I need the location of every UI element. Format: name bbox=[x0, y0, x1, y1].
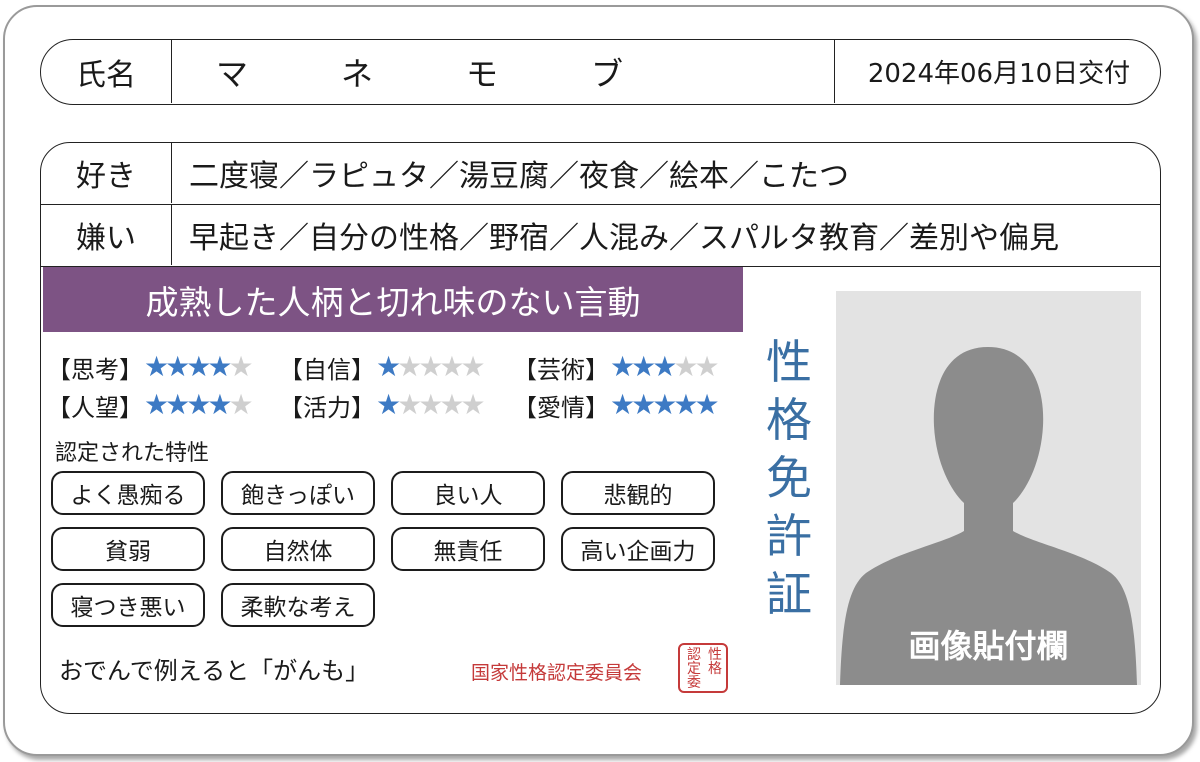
dislikes-value: 早起き／自分の性格／野宿／人混み／スパルタ教育／差別や偏見 bbox=[189, 221, 1059, 256]
stat-label: 【愛情】 bbox=[513, 393, 609, 422]
likes-label: 好き bbox=[76, 159, 136, 194]
title-char: 許 bbox=[766, 509, 812, 563]
stats-row: 【人望】 ★ ★ ★ ★ ★ 【活力】 ★ ★ ★ ★ ★ 【愛情】 ★ ★ ★ ★ ★ bbox=[47, 386, 757, 424]
star-empty-icon: ★ bbox=[397, 350, 422, 383]
stat-label: 【芸術】 bbox=[513, 355, 609, 384]
star-filled-icon: ★ bbox=[631, 388, 656, 421]
star-empty-icon: ★ bbox=[397, 388, 422, 421]
name-char: モ bbox=[466, 54, 499, 93]
star-filled-icon: ★ bbox=[610, 350, 635, 383]
stats-panel: 【思考】 ★ ★ ★ ★ ★ 【自信】 ★ ★ ★ ★ ★ 【芸術】 ★ ★ ★ ★ ★ 【人望】 ★ ★… bbox=[47, 348, 757, 424]
main-panel: 好き 二度寝／ラピュタ／湯豆腐／夜食／絵本／こたつ 嫌い 早起き／自分の性格／野… bbox=[40, 142, 1161, 714]
star-rating: ★ ★ ★ ★ ★ bbox=[376, 388, 486, 421]
card-title-vertical: 性 格 免 許 証 bbox=[761, 333, 817, 623]
trait-badge: 無責任 bbox=[391, 527, 545, 571]
star-empty-icon: ★ bbox=[418, 350, 443, 383]
star-filled-icon: ★ bbox=[376, 350, 401, 383]
issuer-name: 国家性格認定委員会 bbox=[471, 662, 643, 684]
star-filled-icon: ★ bbox=[186, 350, 211, 383]
stat-confidence: 【自信】 ★ ★ ★ ★ ★ bbox=[279, 348, 486, 386]
star-filled-icon: ★ bbox=[165, 388, 190, 421]
stat-popularity: 【人望】 ★ ★ ★ ★ ★ bbox=[47, 386, 254, 424]
trait-badge: 貧弱 bbox=[51, 527, 205, 571]
trait-badge: 悲観的 bbox=[561, 471, 715, 515]
star-filled-icon: ★ bbox=[207, 388, 232, 421]
dislikes-row: 嫌い 早起き／自分の性格／野宿／人混み／スパルタ教育／差別や偏見 bbox=[41, 205, 1160, 267]
divider bbox=[171, 143, 172, 203]
star-empty-icon: ★ bbox=[439, 350, 464, 383]
star-filled-icon: ★ bbox=[652, 350, 677, 383]
star-filled-icon: ★ bbox=[652, 388, 677, 421]
star-empty-icon: ★ bbox=[418, 388, 443, 421]
dislikes-label: 嫌い bbox=[76, 221, 136, 256]
star-filled-icon: ★ bbox=[610, 388, 635, 421]
trait-badge: 飽きっぽい bbox=[221, 471, 375, 515]
star-empty-icon: ★ bbox=[460, 350, 485, 383]
seal-stamp: 性格 認定委 bbox=[678, 643, 728, 693]
name-value: マ ネ モ ブ bbox=[216, 40, 716, 103]
likes-row: 好き 二度寝／ラピュタ／湯豆腐／夜食／絵本／こたつ bbox=[41, 143, 1160, 205]
oden-comparison: おでんで例えると「がんも」 bbox=[59, 657, 370, 685]
trait-badge: 高い企画力 bbox=[561, 527, 715, 571]
trait-badge: 柔軟な考え bbox=[221, 583, 375, 627]
star-filled-icon: ★ bbox=[186, 388, 211, 421]
stat-thinking: 【思考】 ★ ★ ★ ★ ★ bbox=[47, 348, 254, 386]
photo-placeholder: 画像貼付欄 bbox=[836, 291, 1141, 685]
stat-label: 【思考】 bbox=[47, 355, 143, 384]
name-label: 氏名 bbox=[76, 57, 136, 93]
likes-value: 二度寝／ラピュタ／湯豆腐／夜食／絵本／こたつ bbox=[189, 159, 849, 194]
star-filled-icon: ★ bbox=[207, 350, 232, 383]
star-filled-icon: ★ bbox=[144, 388, 169, 421]
star-rating: ★ ★ ★ ★ ★ bbox=[610, 388, 720, 421]
divider bbox=[171, 205, 172, 265]
name-row: 氏名 マ ネ モ ブ 2024年06月10日交付 bbox=[40, 39, 1161, 105]
stat-art: 【芸術】 ★ ★ ★ ★ ★ bbox=[513, 348, 720, 386]
star-filled-icon: ★ bbox=[144, 350, 169, 383]
seal-text: 性格 bbox=[708, 647, 722, 677]
star-empty-icon: ★ bbox=[228, 350, 253, 383]
photo-label: 画像貼付欄 bbox=[908, 627, 1069, 665]
star-empty-icon: ★ bbox=[228, 388, 253, 421]
trait-badge: よく愚痴る bbox=[51, 471, 205, 515]
stat-label: 【人望】 bbox=[47, 393, 143, 422]
star-rating: ★ ★ ★ ★ ★ bbox=[144, 350, 254, 383]
title-char: 証 bbox=[766, 567, 812, 621]
star-rating: ★ ★ ★ ★ ★ bbox=[144, 388, 254, 421]
divider bbox=[171, 40, 172, 103]
stat-label: 【自信】 bbox=[279, 355, 375, 384]
star-filled-icon: ★ bbox=[376, 388, 401, 421]
star-filled-icon: ★ bbox=[694, 388, 719, 421]
star-filled-icon: ★ bbox=[165, 350, 190, 383]
issue-date: 2024年06月10日交付 bbox=[867, 59, 1131, 89]
star-empty-icon: ★ bbox=[439, 388, 464, 421]
name-char: マ bbox=[216, 54, 249, 93]
divider bbox=[834, 40, 835, 103]
trait-badge: 自然体 bbox=[221, 527, 375, 571]
personality-headline: 成熟した人柄と切れ味のない言動 bbox=[43, 267, 743, 332]
name-char: ブ bbox=[591, 54, 624, 93]
trait-badge: 良い人 bbox=[391, 471, 545, 515]
name-char: ネ bbox=[341, 54, 374, 93]
star-filled-icon: ★ bbox=[631, 350, 656, 383]
trait-badge: 寝つき悪い bbox=[51, 583, 205, 627]
star-rating: ★ ★ ★ ★ ★ bbox=[376, 350, 486, 383]
seal-text: 認定委 bbox=[687, 647, 701, 691]
stat-affection: 【愛情】 ★ ★ ★ ★ ★ bbox=[513, 386, 720, 424]
star-empty-icon: ★ bbox=[694, 350, 719, 383]
title-char: 免 bbox=[766, 451, 812, 505]
star-filled-icon: ★ bbox=[673, 388, 698, 421]
stat-vitality: 【活力】 ★ ★ ★ ★ ★ bbox=[279, 386, 486, 424]
title-char: 性 bbox=[766, 335, 812, 389]
star-empty-icon: ★ bbox=[673, 350, 698, 383]
star-empty-icon: ★ bbox=[460, 388, 485, 421]
star-rating: ★ ★ ★ ★ ★ bbox=[610, 350, 720, 383]
traits-title: 認定された特性 bbox=[55, 441, 210, 466]
title-char: 格 bbox=[766, 393, 812, 447]
stat-label: 【活力】 bbox=[279, 393, 375, 422]
stats-row: 【思考】 ★ ★ ★ ★ ★ 【自信】 ★ ★ ★ ★ ★ 【芸術】 ★ ★ ★ ★ ★ bbox=[47, 348, 757, 386]
